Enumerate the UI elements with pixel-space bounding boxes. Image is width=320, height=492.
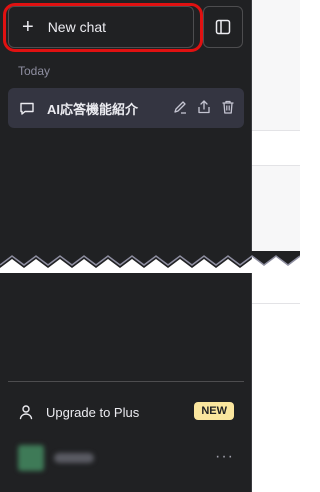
edit-icon[interactable] [172,99,188,115]
more-options-icon[interactable]: ··· [215,448,234,466]
zigzag-break [0,251,300,273]
sidebar-divider [8,381,244,382]
new-chat-label: New chat [47,19,107,35]
upgrade-label: Upgrade to Plus [46,404,140,420]
user-account-button[interactable]: ··· [8,442,244,474]
main-content-area [252,0,300,492]
chat-history-item[interactable]: AI応答機能紹介 [8,88,244,128]
upgrade-to-plus-button[interactable]: Upgrade to Plus NEW [8,397,244,427]
chat-actions [172,99,236,115]
user-name-redacted [54,453,94,463]
user-icon [19,405,33,420]
delete-icon[interactable] [220,99,236,115]
main-divider [252,303,300,304]
sidebar-toggle-icon [215,19,231,35]
avatar [18,445,44,471]
chat-bubble-icon [20,102,34,115]
new-chat-button[interactable]: + New chat [8,6,194,48]
share-icon[interactable] [196,99,212,115]
sidebar: + New chat Today AI応答機能紹介 Upgrade to Plu… [0,0,252,492]
main-band-top [252,0,300,130]
plus-icon: + [22,16,34,38]
new-badge: NEW [194,402,234,420]
section-today: Today [18,64,51,78]
sidebar-toggle-button[interactable] [203,6,243,48]
main-band-middle [252,166,300,251]
chat-title: AI応答機能紹介 [47,101,139,117]
main-divider [252,130,300,131]
